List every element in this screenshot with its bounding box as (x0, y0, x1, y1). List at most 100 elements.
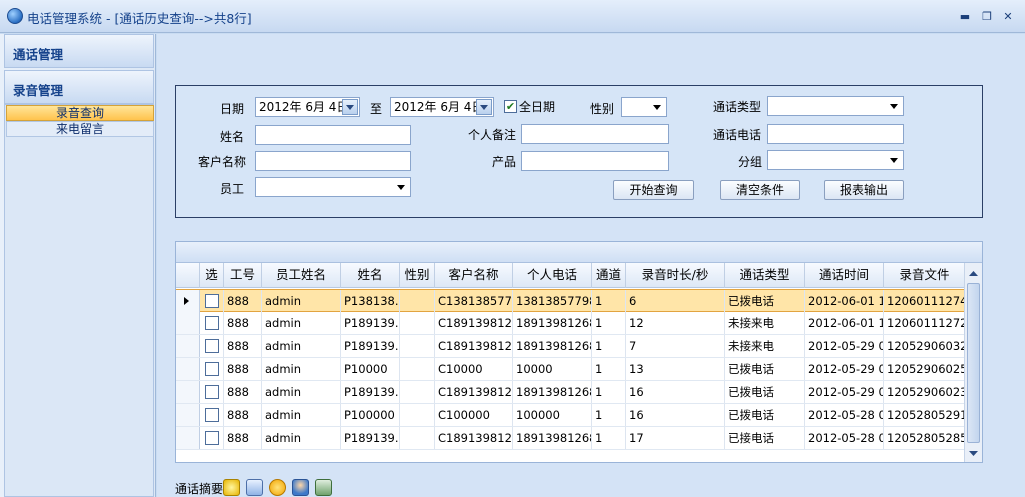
smile-icon[interactable] (269, 479, 286, 496)
column-header-duration[interactable]: 录音时长/秒 (626, 263, 725, 288)
group-select[interactable] (767, 150, 904, 170)
row-checkbox[interactable] (205, 408, 219, 422)
table-row[interactable]: 888adminP189139... C189139812...189139812… (176, 312, 966, 335)
call-type-select[interactable] (767, 96, 904, 116)
column-header-id[interactable]: 工号 (224, 263, 262, 288)
row-header[interactable] (176, 427, 200, 449)
scroll-thumb[interactable] (967, 283, 980, 443)
cell-channel: 1 (592, 335, 626, 357)
cell-recording-file: 12052805285... (884, 427, 966, 449)
row-checkbox[interactable] (205, 316, 219, 330)
column-header-call-type[interactable]: 通话类型 (725, 263, 805, 288)
cell-duration: 16 (626, 381, 725, 403)
cell-gender (400, 427, 435, 449)
column-header-recording-file[interactable]: 录音文件 (884, 263, 966, 288)
restore-button[interactable]: ❐ (980, 10, 994, 24)
row-header[interactable] (176, 312, 200, 334)
row-header[interactable] (176, 290, 200, 312)
cell-name: P189139... (341, 427, 400, 449)
row-checkbox[interactable] (205, 339, 219, 353)
row-header[interactable] (176, 381, 200, 403)
cell-gender (400, 381, 435, 403)
column-header-employee-name[interactable]: 员工姓名 (262, 263, 341, 288)
row-select-checkbox[interactable] (200, 404, 224, 426)
export-icon[interactable] (315, 479, 332, 496)
scroll-up-arrow-icon[interactable] (967, 267, 980, 280)
sidebar-group-recording-management[interactable]: 录音管理 (4, 70, 154, 104)
cell-call-type: 已拨电话 (725, 404, 805, 426)
save-icon[interactable] (246, 479, 263, 496)
row-checkbox[interactable] (205, 362, 219, 376)
cell-customer: C189139812... (435, 381, 513, 403)
cell-id: 888 (224, 335, 262, 357)
close-button[interactable]: ✕ (1001, 10, 1015, 24)
start-search-button[interactable]: 开始查询 (613, 180, 694, 200)
personal-note-label: 个人备注 (467, 128, 516, 142)
cell-duration: 12 (626, 312, 725, 334)
customer-input[interactable] (255, 151, 411, 171)
cell-gender (400, 290, 435, 312)
cell-phone: 13813857798 (513, 290, 592, 312)
vertical-scrollbar[interactable] (964, 263, 982, 462)
row-select-checkbox[interactable] (200, 358, 224, 380)
table-row[interactable]: 888 admin P10000 C10000 10000 1 13 已拨电话 2012-05-… (176, 358, 966, 381)
table-row[interactable]: 888adminP189139... C189139812...189139812… (176, 335, 966, 358)
column-header-gender[interactable]: 性别 (400, 263, 435, 288)
cell-id: 888 (224, 358, 262, 380)
sidebar-group-call-management[interactable]: 通话管理 (4, 34, 154, 68)
row-select-checkbox[interactable] (200, 381, 224, 403)
table-row[interactable]: 888adminP138138... C138138577...138138577… (176, 289, 966, 312)
export-report-button[interactable]: 报表输出 (824, 180, 904, 200)
personal-note-input[interactable] (521, 124, 669, 144)
row-select-checkbox[interactable] (200, 335, 224, 357)
cell-duration: 16 (626, 404, 725, 426)
row-checkbox[interactable] (205, 431, 219, 445)
gender-select[interactable] (621, 97, 667, 117)
column-header-phone[interactable]: 个人电话 (513, 263, 592, 288)
row-select-checkbox[interactable] (200, 312, 224, 334)
row-checkbox[interactable] (205, 294, 219, 308)
phone-input[interactable] (767, 124, 904, 144)
name-input[interactable] (255, 125, 411, 145)
date-to-dropdown-icon[interactable] (476, 99, 492, 115)
employee-select[interactable] (255, 177, 411, 197)
row-header[interactable] (176, 358, 200, 380)
scroll-down-arrow-icon[interactable] (967, 447, 980, 460)
column-header-customer[interactable]: 客户名称 (435, 263, 513, 288)
cell-name: P189139... (341, 335, 400, 357)
cell-name: P10000 (341, 358, 400, 380)
table-row[interactable]: 888 admin P100000 C100000 100000 1 16 已拨电话 2012-… (176, 404, 966, 427)
cell-call-time: 2012-05-28 0... (805, 404, 884, 426)
all-day-checkbox[interactable]: ✔ (504, 100, 517, 113)
cell-phone: 18913981268 (513, 381, 592, 403)
table-row[interactable]: 888adminP189139... C189139812...189139812… (176, 381, 966, 404)
app-globe-icon (7, 8, 23, 24)
cell-channel: 1 (592, 404, 626, 426)
call-type-chevron-down-icon (890, 104, 898, 109)
sidebar-item-recording-query[interactable]: 录音查询 (6, 105, 154, 121)
row-header[interactable] (176, 335, 200, 357)
column-header-select[interactable]: 选 (200, 263, 224, 288)
phone-label: 通话电话 (712, 128, 761, 142)
clear-conditions-button[interactable]: 清空条件 (720, 180, 800, 200)
row-header[interactable] (176, 404, 200, 426)
column-header-call-time[interactable]: 通话时间 (805, 263, 884, 288)
cell-channel: 1 (592, 358, 626, 380)
column-header-channel[interactable]: 通道 (592, 263, 626, 288)
sidebar-item-incoming-messages[interactable]: 来电留言 (6, 121, 154, 137)
cell-phone: 18913981268 (513, 335, 592, 357)
add-icon[interactable] (223, 479, 240, 496)
row-checkbox[interactable] (205, 385, 219, 399)
row-select-checkbox[interactable] (200, 290, 224, 312)
cell-call-type: 已拨电话 (725, 358, 805, 380)
date-from-picker[interactable]: 2012年 6月 4日 (255, 97, 360, 117)
main-area: 日期 2012年 6月 4日 至 2012年 6月 4日 ✔ 全日期 性别 通话… (157, 34, 1025, 497)
product-input[interactable] (521, 151, 669, 171)
date-from-dropdown-icon[interactable] (342, 99, 358, 115)
table-row[interactable]: 888adminP189139... C189139812...189139812… (176, 427, 966, 450)
row-select-checkbox[interactable] (200, 427, 224, 449)
column-header-name[interactable]: 姓名 (341, 263, 400, 288)
date-to-picker[interactable]: 2012年 6月 4日 (390, 97, 494, 117)
minimize-button[interactable]: ▬ (958, 10, 972, 24)
user-icon[interactable] (292, 479, 309, 496)
